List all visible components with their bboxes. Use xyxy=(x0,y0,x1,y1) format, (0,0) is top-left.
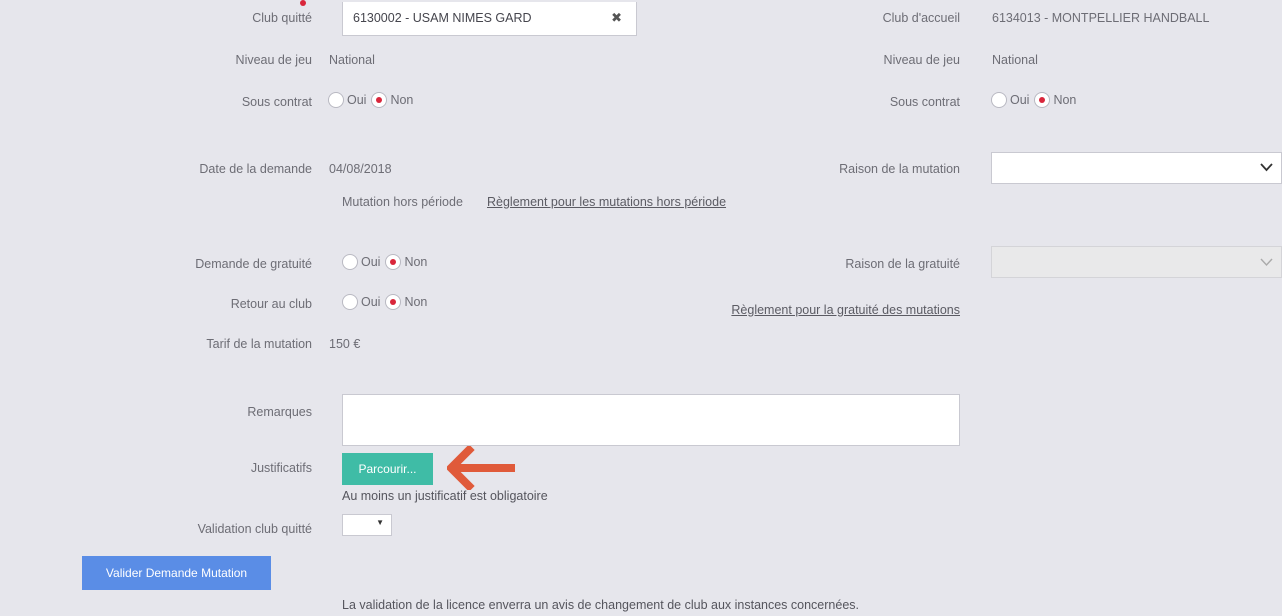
contrat-right-oui-radio[interactable] xyxy=(991,92,1007,108)
club-quitte-value: 6130002 - USAM NIMES GARD xyxy=(353,11,532,25)
contrat-left-oui-radio[interactable] xyxy=(328,92,344,108)
caret-down-icon: ▼ xyxy=(376,518,384,527)
contrat-right-non-label: Non xyxy=(1053,93,1077,107)
gratuite-radio-group: Oui Non xyxy=(342,254,429,270)
hors-periode-text: Mutation hors période xyxy=(342,195,463,209)
retour-club-oui-label: Oui xyxy=(361,295,381,309)
tarif-label: Tarif de la mutation xyxy=(206,337,312,351)
raison-mutation-select[interactable] xyxy=(991,152,1282,184)
club-accueil-value: 6134013 - MONTPELLIER HANDBALL xyxy=(992,11,1210,25)
gratuite-oui-radio[interactable] xyxy=(342,254,358,270)
remarques-textarea[interactable] xyxy=(342,394,960,446)
reglement-gratuite-link[interactable]: Règlement pour la gratuité des mutations xyxy=(731,303,960,317)
tarif-value: 150 € xyxy=(329,337,361,351)
retour-club-non-label: Non xyxy=(404,295,428,309)
niveau-left-value: National xyxy=(329,53,375,67)
date-demande-label: Date de la demande xyxy=(199,162,312,176)
club-quitte-label: Club quitté xyxy=(252,11,312,25)
validation-club-select[interactable]: ▼ xyxy=(342,514,392,536)
contrat-right-radio-group: Oui Non xyxy=(991,92,1078,108)
retour-club-non-radio[interactable] xyxy=(385,294,402,310)
validation-club-label: Validation club quitté xyxy=(197,522,312,536)
niveau-right-label: Niveau de jeu xyxy=(883,53,960,67)
club-accueil-label: Club d'accueil xyxy=(882,11,960,25)
contrat-left-oui-label: Oui xyxy=(347,93,367,107)
justificatifs-label: Justificatifs xyxy=(250,461,312,475)
close-icon[interactable]: ✖ xyxy=(611,10,622,26)
remarques-label: Remarques xyxy=(247,405,312,419)
contrat-left-label: Sous contrat xyxy=(241,95,312,109)
justificatifs-note: Au moins un justificatif est obligatoire xyxy=(342,489,548,503)
date-demande-value: 04/08/2018 xyxy=(329,162,392,176)
gratuite-non-label: Non xyxy=(404,255,428,269)
gratuite-oui-label: Oui xyxy=(361,255,381,269)
chevron-down-icon xyxy=(1260,258,1273,267)
arrow-left-icon xyxy=(447,446,515,490)
niveau-right-value: National xyxy=(992,53,1038,67)
raison-gratuite-select[interactable] xyxy=(991,246,1282,278)
parcourir-button[interactable]: Parcourir... xyxy=(342,453,433,485)
chevron-down-icon xyxy=(1260,163,1273,172)
contrat-right-non-radio[interactable] xyxy=(1034,92,1051,108)
retour-club-oui-radio[interactable] xyxy=(342,294,358,310)
valider-demande-button[interactable]: Valider Demande Mutation xyxy=(82,556,271,590)
footer-note: La validation de la licence enverra un a… xyxy=(342,598,859,612)
hors-periode-link[interactable]: Règlement pour les mutations hors périod… xyxy=(487,195,726,209)
contrat-left-radio-group: Oui Non xyxy=(328,92,415,108)
raison-gratuite-label: Raison de la gratuité xyxy=(845,257,960,271)
contrat-left-non-label: Non xyxy=(390,93,414,107)
required-marker xyxy=(300,0,306,6)
contrat-left-non-radio[interactable] xyxy=(371,92,388,108)
club-quitte-select[interactable]: 6130002 - USAM NIMES GARD ✖ xyxy=(342,2,637,36)
gratuite-non-radio[interactable] xyxy=(385,254,402,270)
raison-mutation-label: Raison de la mutation xyxy=(839,162,960,176)
niveau-left-label: Niveau de jeu xyxy=(235,53,312,67)
gratuite-label: Demande de gratuité xyxy=(195,257,312,271)
retour-club-radio-group: Oui Non xyxy=(342,294,429,310)
contrat-right-oui-label: Oui xyxy=(1010,93,1030,107)
retour-club-label: Retour au club xyxy=(230,297,312,311)
contrat-right-label: Sous contrat xyxy=(889,95,960,109)
